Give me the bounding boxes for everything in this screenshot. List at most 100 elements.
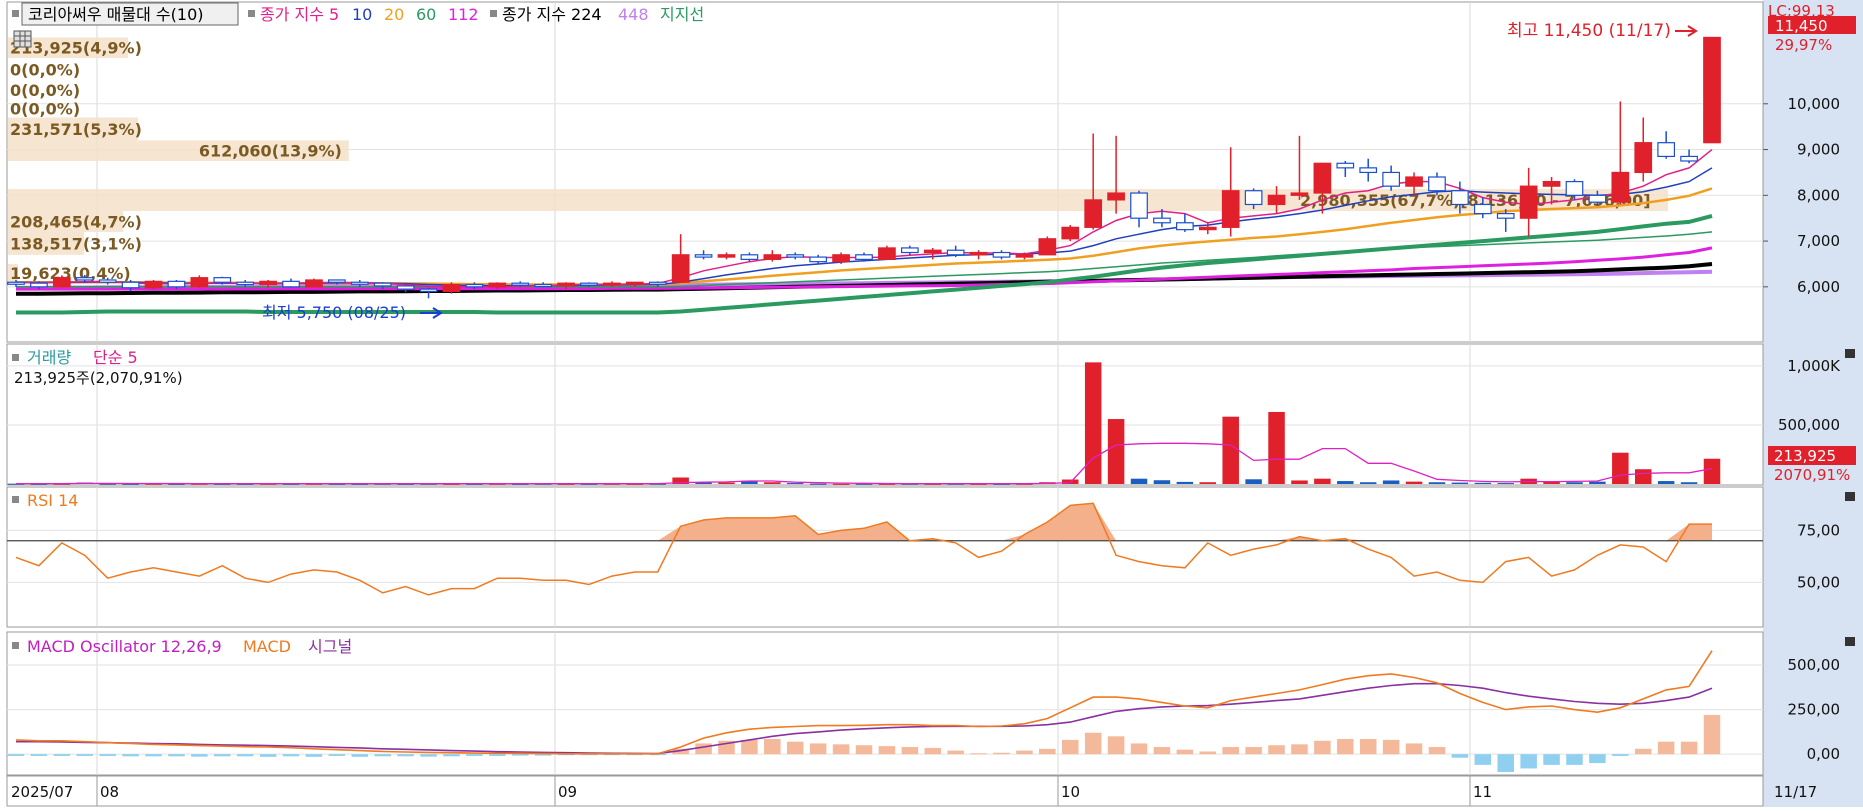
volume-bar	[1107, 419, 1125, 484]
candle-body	[259, 280, 277, 286]
candle-body	[1221, 190, 1240, 228]
candle-body	[1176, 222, 1194, 231]
macd-oscillator-bar	[259, 754, 277, 757]
volume-last-change: 2070,91%	[1774, 466, 1850, 484]
macd-oscillator-bar	[122, 754, 139, 757]
candle-body	[809, 256, 828, 263]
legend-item: 10	[352, 5, 372, 24]
volume-bar	[1222, 416, 1239, 484]
candle-body	[1703, 36, 1721, 144]
last-price-label: 11,450	[1775, 17, 1828, 35]
rsi-menu-square-icon[interactable]	[12, 496, 19, 503]
candle-body	[1153, 217, 1171, 224]
candle-body	[580, 282, 598, 286]
macd-oscillator-bar	[878, 746, 896, 755]
chart-window: 213,925(4,9%) 0(0,0%) 0(0,0%) 0(0,0%) 231,57…	[0, 0, 1863, 807]
volume-profile-label: 0(0,0%)	[10, 60, 80, 79]
macd-oscillator-bar	[53, 754, 71, 756]
candle-body	[52, 277, 71, 288]
macd-oscillator-bar	[76, 754, 94, 756]
volume-bar	[1314, 478, 1331, 484]
legend-item: 지지선	[660, 5, 704, 24]
candle-body	[603, 282, 621, 286]
macd-oscillator-bar	[214, 754, 231, 757]
candle-body	[671, 254, 690, 283]
legend-item: 60	[416, 5, 436, 24]
volume-bar	[1245, 479, 1262, 484]
candle-body	[946, 249, 965, 256]
candle-body	[1428, 176, 1446, 192]
volume-bar	[1497, 483, 1514, 485]
legend-item: 20	[384, 5, 404, 24]
candle-body	[648, 281, 667, 285]
rsi-close-icon[interactable]	[1845, 492, 1855, 501]
legend-item: 종가 지수 224	[502, 5, 602, 24]
candle-body	[1038, 238, 1057, 256]
date-label: 09	[558, 783, 577, 801]
candle-body	[1611, 171, 1630, 203]
candle-body	[832, 254, 850, 263]
macd-oscillator-bar	[1176, 749, 1194, 755]
candle-body	[213, 277, 232, 283]
macd-oscillator-bar	[99, 754, 116, 756]
candle-body	[328, 279, 346, 283]
macd-oscillator-bar	[1520, 754, 1537, 769]
candle-body	[878, 247, 896, 260]
volume-profile-label: 0(0,0%)	[10, 81, 80, 100]
candle-body	[190, 277, 209, 288]
macd-oscillator-bar	[466, 754, 483, 756]
macd-oscillator-bar	[741, 739, 758, 755]
macd-oscillator-bar	[764, 739, 781, 755]
candle-body	[625, 281, 644, 285]
last-date-label: 11/17	[1774, 783, 1817, 801]
macd-menu-square-icon[interactable]	[12, 642, 19, 649]
candle-body	[442, 283, 461, 293]
volume-bar	[1084, 362, 1102, 484]
volume-profile-label: 231,571(5,3%)	[10, 120, 142, 139]
macd-oscillator-bar	[1428, 747, 1446, 755]
date-label: 08	[100, 783, 119, 801]
volume-bar	[1703, 458, 1721, 484]
macd-oscillator-bar	[1107, 736, 1125, 755]
chart-title[interactable]: 코리아써우 매물대 수(10)	[28, 5, 204, 24]
volume-bar	[1268, 411, 1285, 484]
candle-body	[1451, 190, 1469, 206]
macd-oscillator-bar	[1062, 739, 1079, 755]
stock-chart: 213,925(4,9%)0(0,0%)0(0,0%)0(0,0%)231,57…	[6, 0, 1863, 807]
signal-label: 시그널	[308, 637, 352, 656]
right-axis-background	[1763, 0, 1863, 807]
candle-body	[992, 251, 1011, 258]
macd-oscillator-bar	[1657, 741, 1675, 755]
candle-body	[167, 280, 186, 288]
macd-oscillator-bar	[1153, 747, 1171, 755]
macd-oscillator-bar	[397, 754, 414, 757]
macd-oscillator-bar	[282, 754, 300, 757]
volume-bar	[1382, 480, 1400, 484]
volume-panel	[6, 343, 1764, 486]
volume-menu-square-icon[interactable]	[12, 354, 19, 361]
macd-oscillator-bar	[1084, 732, 1102, 755]
chart-menu-square-icon[interactable]	[12, 10, 19, 17]
candle-body	[1657, 142, 1676, 158]
macd-oscillator-bar	[1451, 754, 1469, 758]
macd-close-icon[interactable]	[1845, 637, 1855, 646]
macd-oscillator-bar	[1680, 741, 1698, 755]
candle-body	[1107, 192, 1125, 201]
volume-bar	[1589, 481, 1606, 484]
candle-body	[1496, 213, 1515, 219]
macd-oscillator-bar	[1245, 747, 1262, 755]
legend-square-icon	[490, 10, 497, 17]
volume-close-icon[interactable]	[1845, 349, 1855, 358]
candle-body	[1198, 226, 1217, 231]
macd-oscillator-bar	[855, 745, 873, 755]
macd-oscillator-bar	[1199, 751, 1217, 755]
candle-body	[900, 247, 919, 254]
volume-title: 거래량	[27, 348, 71, 367]
legend-item: 448	[618, 5, 649, 24]
macd-oscillator-bar	[1016, 750, 1033, 755]
candle-body	[236, 281, 255, 286]
table-icon[interactable]	[13, 30, 32, 48]
candle-body	[465, 283, 484, 288]
macd-tick-label: 0,00	[1807, 745, 1840, 763]
candle-body	[1313, 162, 1332, 194]
